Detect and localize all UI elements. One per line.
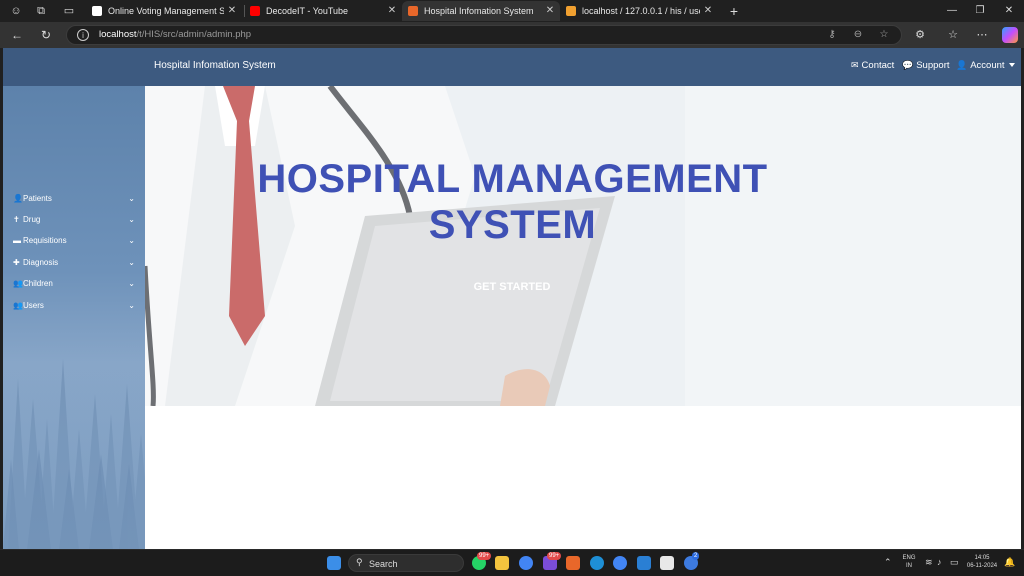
minimize-icon[interactable]: — [938,0,966,22]
user-icon: 👤 [956,60,968,70]
clock[interactable]: 14:05 06-11-2024 [965,554,999,570]
address-toolbar: ← ↻ i localhost/t/HIS/src/admin/admin.ph… [0,22,1024,48]
battery-icon[interactable]: ▭ [950,558,959,567]
chevron-down-icon: ⌄ [128,215,135,224]
chevron-down-icon: ⌄ [128,279,135,288]
chevron-down-icon: ⌄ [128,194,135,203]
forest-background-image [3,339,145,549]
pushpin-icon: ✝ [13,215,20,224]
caret-down-icon [1008,63,1015,68]
brand-title[interactable]: Hospital Infomation System [154,60,276,71]
top-navbar: Hospital Infomation System ✉ Contact 💬 Sup… [3,48,1021,86]
tab-close-icon[interactable]: ✕ [544,1,556,21]
profile-icon[interactable]: ☺ [8,3,24,19]
extensions-icon[interactable]: ⚙ [911,26,929,44]
back-icon[interactable]: ← [8,26,26,44]
url-text[interactable]: localhost/t/HIS/src/admin/admin.php [99,29,251,40]
web-page: Hospital Infomation System ✉ Contact 💬 Sup… [3,48,1021,549]
language-indicator[interactable]: ENG IN [900,554,918,570]
contact-link[interactable]: ✉ Contact [851,60,894,71]
windows-taskbar: ⚲ Search 99+ 99+ 2 ⌃ ENG IN ≋ ♪ ▭ 14:05 … [0,549,1024,576]
sidebar-item-users[interactable]: 👥Users ⌄ [13,298,135,314]
refresh-icon[interactable]: ↻ [37,26,55,44]
restore-icon[interactable]: ❐ [966,0,994,22]
notepad-icon[interactable] [660,556,674,570]
xampp-icon [408,6,418,16]
key-icon[interactable]: ⚷ [825,28,839,42]
chevron-down-icon: ⌄ [128,258,135,267]
file-explorer-icon[interactable] [495,556,509,570]
volume-icon[interactable]: ♪ [937,558,942,567]
tab-close-icon[interactable]: ✕ [386,1,398,21]
edge-icon[interactable] [590,556,604,570]
zoom-icon[interactable]: ⊖ [851,28,865,42]
folder-icon: ▬ [13,236,21,245]
sidebar: 👤Patients ⌄ ✝ Drug ⌄ ▬ Requisitions ⌄ ✚ Dia… [3,86,145,549]
show-hidden-icons-chevron-icon[interactable]: ⌃ [884,558,892,567]
tab-close-icon[interactable]: ✕ [226,1,238,21]
favorite-star-icon[interactable]: ☆ [877,28,891,42]
vscode-icon[interactable] [637,556,651,570]
sidebar-item-patients[interactable]: 👤Patients ⌄ [13,191,135,207]
chrome-profile-icon[interactable] [613,556,627,570]
browser-tab-bar: ☺ ⧉ ▭ Online Voting Management Syste ✕ D… [0,0,1024,22]
tab-online-voting[interactable]: Online Voting Management Syste ✕ [86,1,242,21]
support-link[interactable]: 💬 Support [902,60,950,71]
chrome-icon[interactable] [519,556,533,570]
envelope-icon: ✉ [851,60,859,70]
search-icon: ⚲ [356,557,363,567]
more-options-icon[interactable]: ⋯ [973,26,991,44]
notification-badge: 99+ [547,552,562,560]
site-info-icon[interactable]: i [77,29,89,41]
sidebar-item-children[interactable]: 👥Children ⌄ [13,276,135,292]
tab-phpmyadmin[interactable]: localhost / 127.0.0.1 / his / users ✕ [560,1,718,21]
new-tab-button[interactable]: + [726,3,742,19]
sidebar-item-drug[interactable]: ✝ Drug ⌄ [13,212,135,228]
taskbar-search[interactable]: ⚲ Search [348,554,464,572]
notification-badge: 99+ [477,552,492,560]
tab-close-icon[interactable]: ✕ [702,1,714,21]
notification-badge: 2 [692,552,700,560]
notification-bell-icon[interactable]: 🔔 [1004,558,1015,567]
chat-icon: 💬 [902,60,914,70]
sidebar-item-diagnosis[interactable]: ✚ Diagnosis ⌄ [13,255,135,271]
workspaces-icon[interactable]: ⧉ [33,3,49,19]
plus-icon: ✚ [13,258,20,267]
wifi-icon[interactable]: ≋ [925,558,933,567]
account-dropdown[interactable]: 👤 Account [956,60,1015,71]
tab-favicon-icon [92,6,102,16]
address-bar[interactable]: i localhost/t/HIS/src/admin/admin.php ⚷ … [66,25,902,45]
users-icon: 👥 [13,301,23,310]
windows-start-icon[interactable] [327,556,341,570]
close-window-icon[interactable]: ✕ [995,0,1023,22]
favorites-icon[interactable]: ☆ [944,26,962,44]
sidebar-item-requisitions[interactable]: ▬ Requisitions ⌄ [13,233,135,249]
user-icon: 👤 [13,194,23,203]
tab-youtube[interactable]: DecodeIT - YouTube ✕ [244,1,402,21]
chevron-down-icon: ⌄ [128,236,135,245]
hero-title: HOSPITAL MANAGEMENT SYSTEM [257,157,768,247]
tab-hospital-system[interactable]: Hospital Infomation System ✕ [402,1,560,21]
youtube-icon [250,6,260,16]
hero-banner: HOSPITAL MANAGEMENT SYSTEM GET STARTED [145,86,1021,406]
phpmyadmin-icon [566,6,576,16]
users-icon: 👥 [13,279,23,288]
get-started-button[interactable]: GET STARTED [457,281,567,293]
chevron-down-icon: ⌄ [128,301,135,310]
tab-actions-icon[interactable]: ▭ [61,3,77,19]
xampp-icon[interactable] [566,556,580,570]
copilot-icon[interactable] [1002,27,1018,43]
